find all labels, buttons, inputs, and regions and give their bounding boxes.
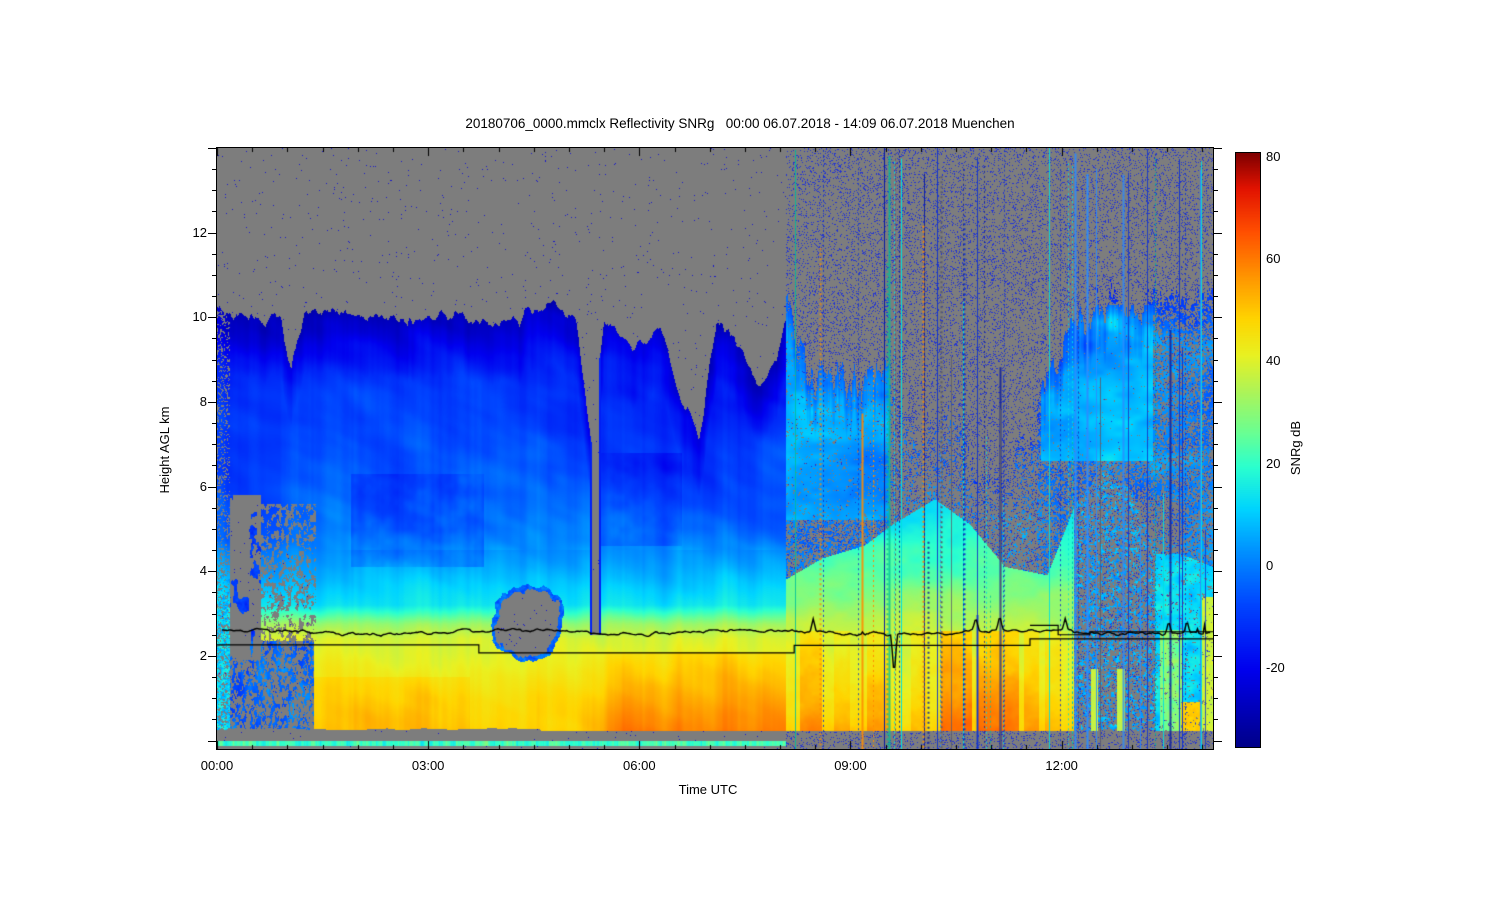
y-tick-label: 2 (199, 647, 207, 663)
y-axis-tick (212, 698, 216, 700)
y-tick-label: 4 (199, 563, 207, 579)
y-axis-tick-right (1214, 232, 1222, 234)
y-axis-tick-right (1214, 613, 1218, 615)
colorbar-tick-label: 40 (1266, 353, 1281, 369)
y-axis-tick (212, 253, 216, 255)
y-axis-tick (212, 613, 216, 615)
y-axis-tick (212, 719, 216, 721)
y-axis-tick (212, 465, 216, 467)
y-axis-tick (212, 550, 216, 552)
y-axis-tick (212, 338, 216, 340)
y-tick-label: 12 (192, 224, 207, 240)
y-axis-tick-right (1214, 274, 1218, 276)
y-axis-tick-right (1214, 253, 1218, 255)
y-axis-tick (208, 317, 216, 319)
y-axis-tick-right (1214, 148, 1222, 149)
colorbar-title: SNRg dB (1288, 420, 1303, 476)
heatmap-canvas (217, 148, 1213, 749)
y-axis-tick-right (1214, 359, 1218, 361)
y-axis-tick (208, 740, 216, 742)
y-tick-label: 8 (199, 393, 207, 409)
y-axis-tick (212, 190, 216, 192)
y-tick-label: 6 (199, 478, 207, 494)
y-axis-tick (212, 296, 216, 298)
y-axis-tick-right (1214, 211, 1218, 213)
y-axis-tick (212, 423, 216, 425)
y-axis-tick-right (1214, 719, 1218, 721)
y-axis-tick (212, 359, 216, 361)
y-axis-tick (208, 401, 216, 403)
y-axis-tick-right (1214, 190, 1218, 192)
y-axis-tick (212, 528, 216, 530)
chart-title: 20180706_0000.mmclx Reflectivity SNRg 00… (465, 116, 1015, 131)
y-axis-tick-right (1214, 592, 1218, 594)
y-axis-tick-right (1214, 571, 1222, 573)
y-axis-tick-right (1214, 740, 1222, 742)
colorbar (1235, 152, 1261, 748)
y-axis-tick (212, 274, 216, 276)
y-axis-tick-right (1214, 550, 1218, 552)
y-axis-tick (212, 592, 216, 594)
y-axis-tick (208, 232, 216, 234)
y-axis-tick (212, 677, 216, 679)
x-tick-label: 12:00 (1045, 758, 1078, 773)
y-tick-label: 10 (192, 309, 207, 325)
plot-area (216, 147, 1214, 750)
y-axis-tick-right (1214, 338, 1218, 340)
x-tick-label: 03:00 (411, 758, 445, 773)
y-axis-tick-right (1214, 528, 1218, 530)
y-axis-tick-right (1214, 465, 1218, 467)
y-axis-tick (212, 444, 216, 446)
y-axis-tick-right (1214, 380, 1218, 382)
y-axis-tick-right (1214, 677, 1218, 679)
x-axis-title: Time UTC (678, 782, 738, 797)
y-axis-tick-right (1214, 444, 1218, 446)
colorbar-tick-label: 20 (1266, 455, 1281, 471)
y-axis-tick (208, 571, 216, 573)
colorbar-tick-label: 80 (1266, 148, 1281, 164)
y-axis-tick (208, 655, 216, 657)
y-axis-tick (212, 380, 216, 382)
y-axis-tick (208, 148, 216, 149)
figure-page: { "chart_data": { "type": "heatmap", "ti… (0, 0, 1500, 900)
y-axis-tick-right (1214, 655, 1222, 657)
colorbar-tick-label: -20 (1266, 660, 1285, 676)
y-axis-tick (212, 634, 216, 636)
y-axis-tick-right (1214, 401, 1222, 403)
y-axis-tick-right (1214, 507, 1218, 509)
y-axis-tick-right (1214, 296, 1218, 298)
y-axis-tick-right (1214, 423, 1218, 425)
y-axis-tick-right (1214, 169, 1218, 171)
colorbar-tick-label: 60 (1266, 250, 1281, 266)
y-axis-tick (212, 507, 216, 509)
x-tick-label: 00:00 (200, 758, 234, 773)
x-tick-label: 09:00 (834, 758, 867, 773)
y-axis-tick (212, 211, 216, 213)
y-axis-tick-right (1214, 317, 1222, 319)
colorbar-tick-label: 0 (1266, 557, 1274, 573)
y-axis-tick (212, 169, 216, 171)
y-axis-tick-right (1214, 698, 1218, 700)
y-axis-tick-right (1214, 634, 1218, 636)
y-axis-tick-right (1214, 486, 1222, 488)
x-tick-label: 06:00 (623, 758, 656, 773)
y-axis-tick (208, 486, 216, 488)
